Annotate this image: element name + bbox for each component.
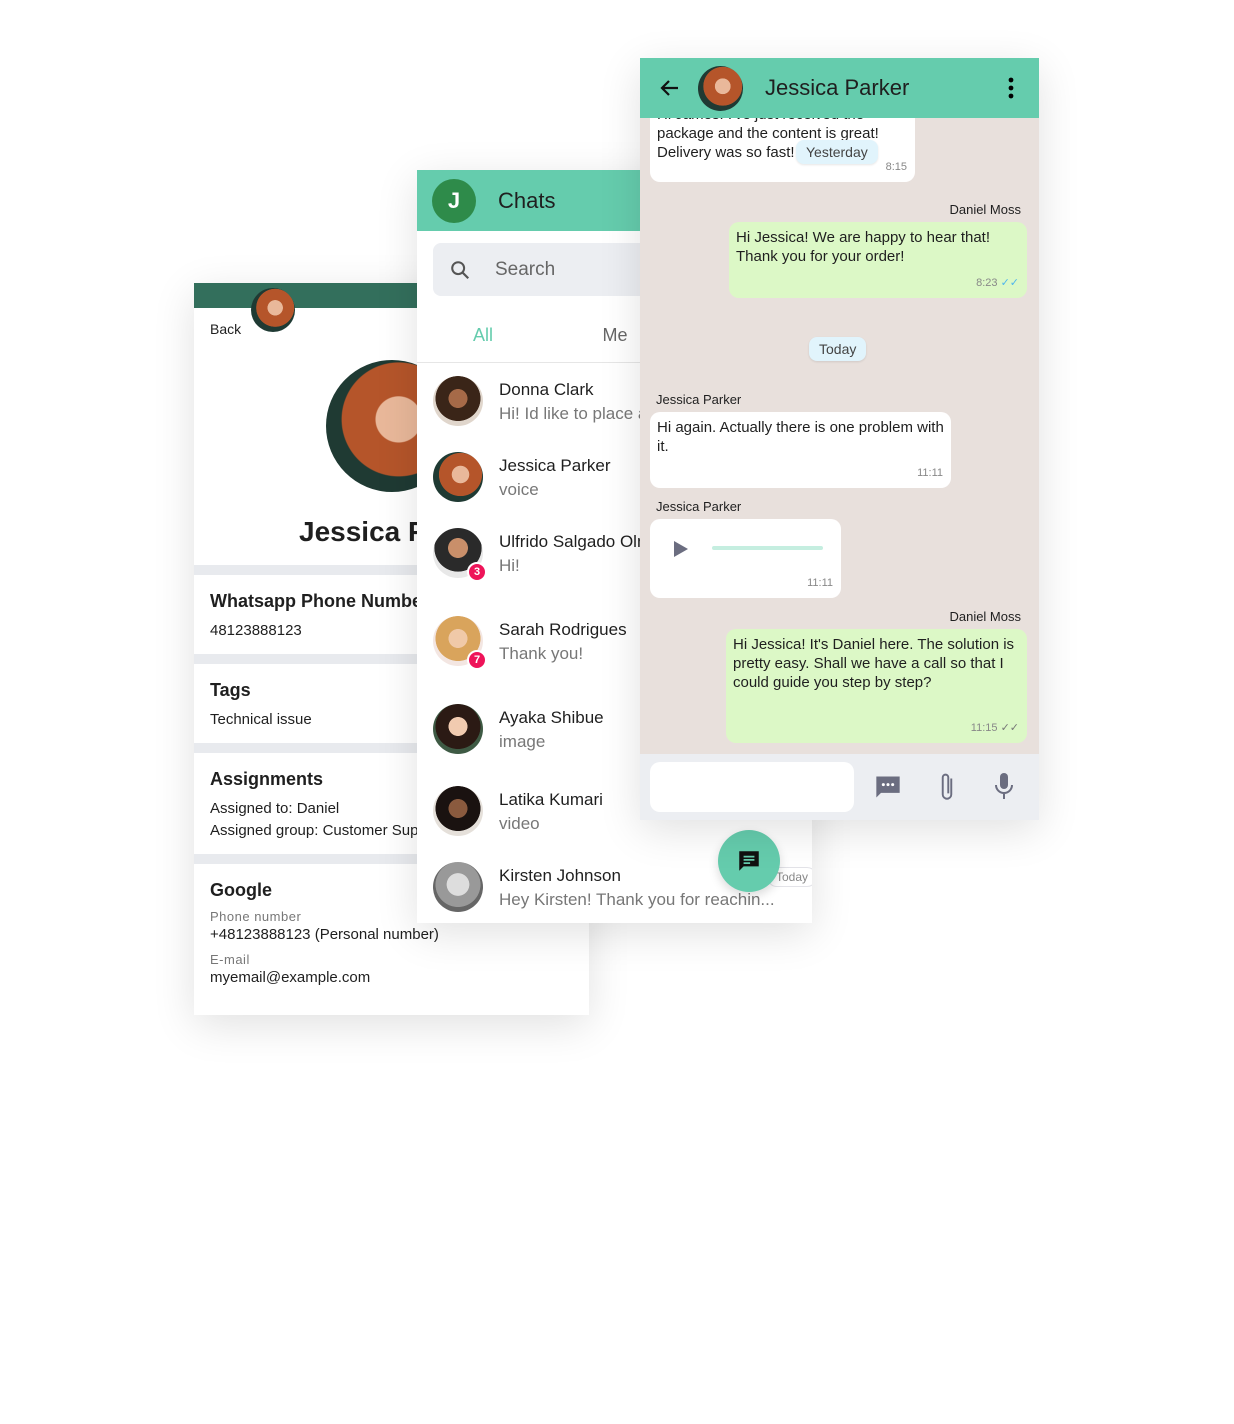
avatar	[698, 65, 743, 111]
unread-badge: 3	[467, 562, 487, 582]
new-chat-button[interactable]	[718, 830, 780, 892]
search-icon	[451, 260, 470, 279]
chat-last-message: Hey Kirsten! Thank you for reachin...	[499, 890, 775, 909]
date-chip: Today	[809, 337, 867, 361]
message-bubble: Hi Jessica! We are happy to hear that! T…	[729, 222, 1027, 298]
avatar	[433, 376, 483, 426]
message-bubble: Hi Jessica! It's Daniel here. The soluti…	[726, 629, 1027, 743]
message-bubble: Hi again. Actually there is one problem …	[650, 412, 951, 488]
google-email: myemail@example.com	[210, 969, 371, 986]
sender-name: Daniel Moss	[949, 609, 1021, 624]
message-meta: 8:23 ✓✓	[976, 274, 1019, 293]
date-chip: Yesterday	[796, 140, 878, 164]
google-phone: +48123888123 (Personal number)	[210, 926, 439, 943]
message-meta: 11:15 ✓✓	[971, 719, 1019, 738]
double-check-icon: ✓✓	[1000, 277, 1019, 289]
message-text: Hi Jessica! It's Daniel here. The soluti…	[733, 636, 1015, 691]
chat-last-message: image	[499, 732, 546, 751]
tab-all[interactable]: All	[417, 325, 549, 346]
sender-name: Jessica Parker	[656, 499, 742, 514]
back-button[interactable]: Back	[210, 321, 241, 337]
attach-icon[interactable]	[934, 771, 960, 803]
conversation-header: Jessica Parker	[640, 58, 1039, 118]
avatar	[433, 704, 483, 754]
chat-last-message: video	[499, 814, 540, 833]
chat-text: Sarah Rodrigues Thank you!	[499, 620, 627, 664]
voice-message: 11:11	[650, 519, 841, 598]
back-arrow-icon[interactable]	[658, 76, 682, 100]
message-time: 11:11	[917, 467, 943, 479]
avatar: 7	[433, 616, 487, 670]
more-vert-icon[interactable]	[1007, 77, 1015, 99]
message-time: 8:23	[976, 277, 998, 289]
message-time: 8:15	[885, 161, 907, 173]
message-time: 11:15	[970, 722, 998, 734]
avatar	[433, 452, 483, 502]
play-icon[interactable]	[673, 540, 689, 558]
conversation-screen: Jessica Parker Hi James! I've just recei…	[640, 58, 1039, 820]
chat-name: Latika Kumari	[499, 790, 603, 809]
double-check-icon: ✓✓	[1000, 722, 1019, 734]
chat-name: Jessica Parker	[499, 456, 611, 475]
avatar: 3	[433, 528, 487, 582]
microphone-icon[interactable]	[992, 772, 1016, 802]
unread-badge: 7	[467, 650, 487, 670]
user-avatar[interactable]: J	[432, 178, 476, 223]
chat-name: Sarah Rodrigues	[499, 620, 627, 639]
chat-name: Ayaka Shibue	[499, 708, 604, 727]
avatar	[433, 786, 483, 836]
chat-last-message: voice	[499, 480, 539, 499]
chat-text: Ayaka Shibue image	[499, 708, 604, 752]
chat-text: Jessica Parker voice	[499, 456, 610, 500]
chat-last-message: Thank you!	[499, 644, 584, 663]
sender-name: Daniel Moss	[949, 202, 1021, 217]
avatar	[433, 862, 483, 912]
chat-icon	[739, 851, 759, 871]
search-placeholder: Search	[495, 258, 556, 280]
composer	[640, 754, 1039, 820]
audio-progress[interactable]	[712, 546, 823, 550]
message-input[interactable]	[650, 762, 854, 812]
message-time: 11:11	[807, 577, 833, 589]
email-label: E-mail	[210, 952, 250, 967]
conversation-title: Jessica Parker	[765, 75, 910, 100]
chats-title: Chats	[498, 187, 556, 213]
message-text: Hi Jessica! We are happy to hear that! T…	[736, 229, 991, 265]
message-text: Hi again. Actually there is one problem …	[657, 419, 944, 455]
sender-name: Jessica Parker	[656, 392, 742, 407]
chat-text: Latika Kumari video	[499, 790, 603, 834]
quick-reply-icon[interactable]	[874, 773, 902, 801]
